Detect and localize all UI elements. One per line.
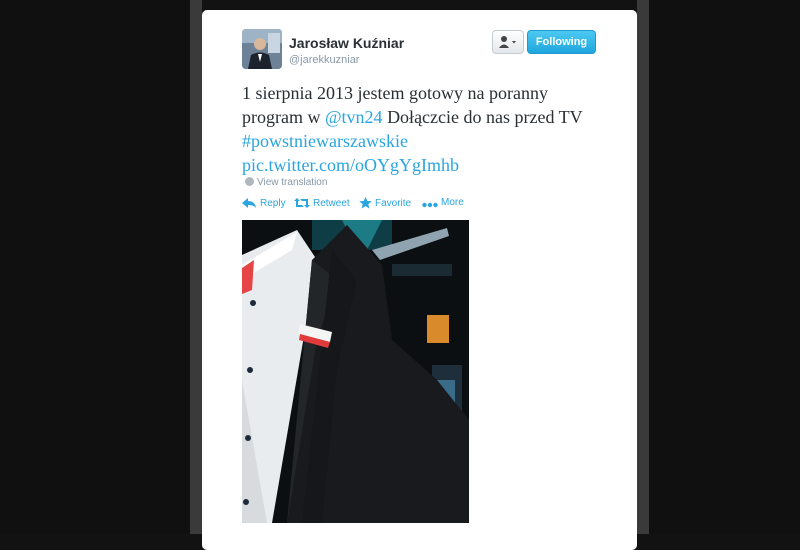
author-handle[interactable]: @jarekkuzniar [289, 54, 359, 66]
person-dropdown-icon [499, 36, 516, 48]
retweet-action[interactable]: Retweet [294, 197, 350, 209]
favorite-action[interactable]: Favorite [359, 197, 411, 209]
star-icon [359, 197, 372, 209]
reply-icon [242, 198, 256, 208]
hashtag-link[interactable]: #powstniewarszawskie [242, 131, 408, 151]
mention-link[interactable]: @tvn24 [325, 107, 383, 127]
backdrop-border-right [637, 0, 649, 534]
retweet-label: Retweet [313, 198, 350, 209]
author-name[interactable]: Jarosław Kuźniar [289, 35, 404, 51]
following-button[interactable]: Following [527, 30, 596, 54]
dark-backdrop-right [649, 0, 800, 534]
more-dots-icon [422, 202, 438, 208]
globe-icon [245, 177, 254, 186]
view-translation-link[interactable]: View translation [245, 177, 327, 188]
tweet-text-part2: Dołączcie do nas przed TV [382, 107, 583, 127]
tweet-card: Jarosław Kuźniar @jarekkuzniar Following… [202, 10, 637, 550]
view-translation-label: View translation [257, 177, 328, 188]
user-actions-button[interactable] [492, 30, 524, 54]
retweet-icon [294, 198, 310, 208]
dark-backdrop-left [0, 0, 190, 534]
author-avatar[interactable] [242, 29, 282, 69]
tweet-text: 1 sierpnia 2013 jestem gotowy na poranny… [242, 81, 612, 177]
tweet-photo[interactable] [242, 220, 469, 523]
more-label: More [441, 197, 464, 208]
reply-action[interactable]: Reply [242, 197, 286, 209]
backdrop-border-left [190, 0, 202, 534]
more-action[interactable]: More [422, 197, 464, 208]
pic-link[interactable]: pic.twitter.com/oOYgYgImhb [242, 155, 459, 175]
favorite-label: Favorite [375, 198, 412, 209]
reply-label: Reply [260, 198, 286, 209]
